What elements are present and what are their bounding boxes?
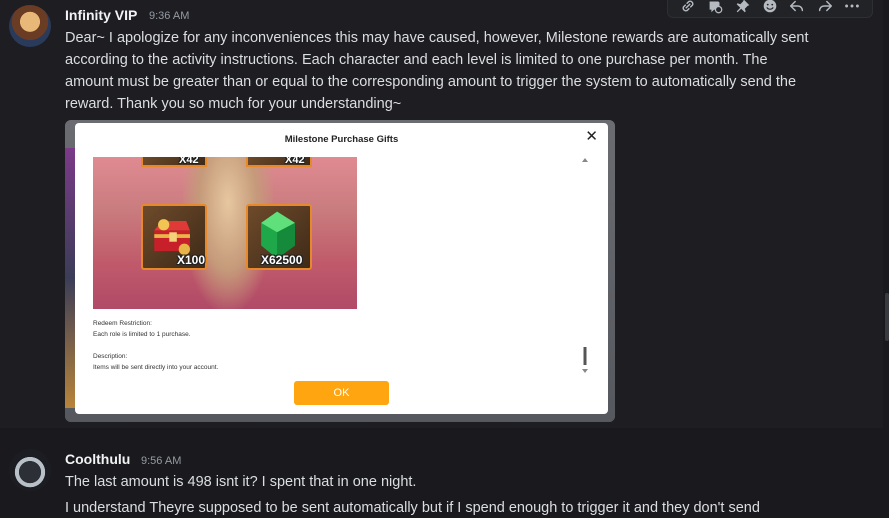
message-line: amount must be greater than or equal to … [65, 74, 797, 90]
thread-icon[interactable] [705, 0, 725, 16]
pin-icon[interactable] [733, 0, 753, 16]
background-game-strip [65, 148, 75, 408]
restriction-text: Each role is limited to 1 purchase. [93, 331, 191, 338]
more-icon[interactable] [842, 0, 862, 16]
reward-qty-chest: X100 [177, 253, 206, 267]
author-name[interactable]: Infinity VIP [65, 7, 137, 23]
milestone-modal: Milestone Purchase Gifts ✕ X42 X42 X100 … [75, 123, 608, 414]
message-line: Dear~ I apologize for any inconveniences… [65, 30, 809, 46]
close-icon[interactable]: ✕ [585, 127, 598, 145]
message-line: I understand Theyre supposed to be sent … [65, 500, 760, 516]
message-line: according to the activity instructions. … [65, 52, 768, 68]
description-label: Description: [93, 353, 128, 360]
message-actions-toolbar [667, 0, 873, 18]
modal-title: Milestone Purchase Gifts [284, 134, 399, 145]
avatar-coolthulu[interactable] [9, 449, 51, 491]
reward-image: X42 X42 X100 X62500 [93, 157, 357, 309]
scrollbar-thumb[interactable] [885, 293, 889, 341]
scrollbar-track[interactable] [883, 0, 889, 518]
modal-scrollbar[interactable] [581, 157, 589, 375]
timestamp: 9:36 AM [149, 10, 190, 22]
reward-qty-top-left: X42 [179, 157, 199, 166]
reward-qty-top-right: X42 [285, 157, 305, 166]
message-line: reward. Thank you so much for your under… [65, 96, 402, 112]
forward-icon[interactable] [815, 0, 835, 16]
ok-button[interactable]: OK [294, 381, 389, 405]
author-name[interactable]: Coolthulu [65, 451, 130, 467]
message-line: The last amount is 498 isnt it? I spent … [65, 474, 417, 490]
description-text: Items will be sent directly into your ac… [93, 364, 219, 371]
image-attachment[interactable]: Milestone Purchase Gifts ✕ X42 X42 X100 … [65, 120, 615, 422]
timestamp: 9:56 AM [141, 455, 182, 467]
reply-icon[interactable] [787, 0, 807, 16]
emoji-icon[interactable] [760, 0, 780, 16]
reward-qty-gem: X62500 [261, 253, 303, 267]
avatar-infinity-vip[interactable] [9, 5, 51, 47]
link-icon[interactable] [678, 0, 698, 16]
restriction-label: Redeem Restriction: [93, 320, 152, 327]
